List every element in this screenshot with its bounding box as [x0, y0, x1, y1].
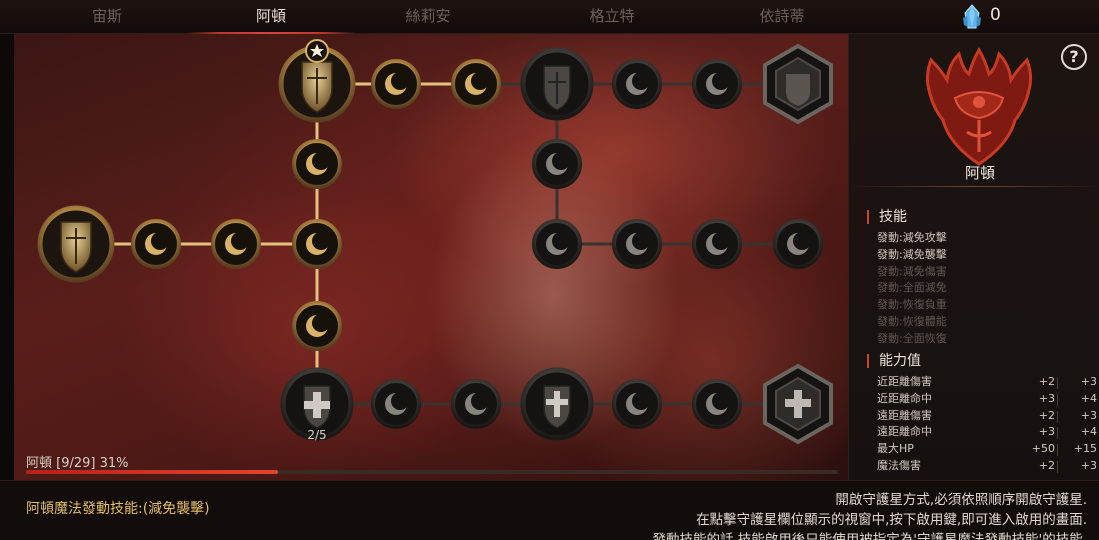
character-name: 阿頓	[964, 164, 995, 182]
stat-divider	[1057, 410, 1058, 423]
skills-heading: 技能	[867, 210, 907, 224]
character-tab-bar: 宙斯 阿頓 絲莉安 格立特 依詩蒂 0	[0, 0, 1099, 34]
name-divider	[849, 186, 1099, 187]
crescent-node-locked[interactable]	[371, 379, 421, 429]
crescent-node-unlocked[interactable]	[292, 139, 342, 189]
crescent-node-locked[interactable]	[612, 379, 662, 429]
stat-row: 近距離傷害 +2 +3	[877, 374, 1097, 391]
stat-name: 最大HP	[877, 442, 914, 456]
tab-gelite[interactable]: 格立特	[527, 0, 697, 34]
crescent-node-locked[interactable]	[532, 219, 582, 269]
node-start-aton[interactable]	[37, 205, 115, 283]
crystal-count: 0	[990, 5, 1001, 25]
node-counter: 2/5	[307, 428, 326, 442]
crescent-node-unlocked[interactable]	[292, 219, 342, 269]
active-magic-skill: 阿頓魔法發動技能:(減免襲擊)	[26, 501, 210, 517]
help-notice: 開啟守護星方式,必須依照順序開啟守護星. 在點擊守護星欄位顯示的視窗中,按下啟用…	[652, 490, 1087, 540]
crescent-node-locked[interactable]	[773, 219, 823, 269]
stat-row: 遠距離傷害 +2 +3	[877, 408, 1097, 425]
crescent-node-unlocked[interactable]	[211, 219, 261, 269]
stat-next: +3	[1080, 408, 1097, 422]
stat-current: +2	[1038, 458, 1055, 472]
crescent-node-locked[interactable]	[692, 219, 742, 269]
skill-item[interactable]: 發動:全面恢復	[877, 331, 947, 348]
tab-zeus[interactable]: 宙斯	[22, 0, 192, 34]
crescent-node-unlocked[interactable]	[371, 59, 421, 109]
stat-name: 近距離命中	[877, 391, 932, 405]
stat-next: +3	[1080, 375, 1097, 388]
stat-next: +15	[1073, 442, 1097, 456]
crescent-node-locked[interactable]	[692, 59, 742, 109]
stat-name: 近距離傷害	[877, 375, 932, 388]
star-badge-icon	[305, 39, 329, 63]
stat-next: +4	[1080, 425, 1097, 439]
crescent-node-locked[interactable]	[612, 59, 662, 109]
skill-item[interactable]: 發動:恢復負重	[877, 297, 947, 314]
stats-heading: 能力值	[867, 354, 921, 368]
help-button[interactable]: ?	[1061, 44, 1087, 70]
crescent-node-unlocked[interactable]	[451, 59, 501, 109]
skill-item[interactable]: 發動:全面減免	[877, 280, 947, 297]
node-helmet-locked[interactable]	[520, 47, 594, 121]
stat-row: 近距離命中 +3 +4	[877, 391, 1097, 408]
crescent-node-unlocked[interactable]	[131, 219, 181, 269]
notice-line: 發動技能的話,技能啟用後只能使用被指定為'守護星魔法發動技能'的技能.	[652, 532, 1087, 540]
stat-divider	[1057, 427, 1058, 440]
tree-progress-label: 阿頓 [9/29] 31%	[26, 456, 129, 471]
tree-progress-bar	[26, 470, 838, 474]
stat-name: 遠距離傷害	[877, 408, 932, 422]
character-info-panel: ? 阿頓 技能 發動:減免攻擊 發動:減免襲擊 發動:減免傷害 發動:全面減免 …	[848, 34, 1099, 480]
stat-divider	[1057, 377, 1058, 389]
stats-table: 近距離傷害 +2 +3 近距離命中 +3 +4 遠距離傷害 +2 +3 遠距離命…	[877, 374, 1097, 475]
stat-name: 魔法傷害	[877, 458, 921, 472]
red-winged-crest-icon	[925, 47, 1033, 166]
tab-silian[interactable]: 絲莉安	[343, 0, 513, 34]
skills-list: 發動:減免攻擊 發動:減免襲擊 發動:減免傷害 發動:全面減免 發動:恢復負重 …	[877, 230, 947, 348]
stat-current: +3	[1038, 425, 1055, 439]
tab-aton[interactable]: 阿頓	[186, 0, 356, 34]
stat-current: +2	[1038, 375, 1055, 388]
skill-item[interactable]: 發動:恢復體能	[877, 314, 947, 331]
skill-item[interactable]: 發動:減免襲擊	[877, 247, 947, 264]
stat-row: 魔法傷害 +2 +3	[877, 458, 1097, 475]
guardian-star-tree: 2/5 阿頓 [9/29] 31%	[14, 34, 848, 480]
crescent-node-locked[interactable]	[612, 219, 662, 269]
stat-current: +3	[1038, 391, 1055, 405]
stat-row: 最大HP +50 +15	[877, 441, 1097, 458]
skill-item[interactable]: 發動:減免攻擊	[877, 230, 947, 247]
stat-divider	[1057, 393, 1058, 406]
stat-divider	[1057, 444, 1058, 457]
stat-current: +2	[1038, 408, 1055, 422]
crescent-node-locked[interactable]	[692, 379, 742, 429]
crescent-node-locked[interactable]	[532, 139, 582, 189]
tree-progress-fill	[26, 470, 278, 474]
node-wing-cross-locked[interactable]	[520, 367, 594, 441]
node-hex-end-bottom-locked[interactable]	[763, 363, 833, 445]
stat-name: 遠距離命中	[877, 425, 932, 439]
tree-connector-lines	[76, 82, 798, 406]
blue-crystal-icon	[963, 4, 981, 29]
stat-divider	[1057, 460, 1058, 473]
crescent-node-locked[interactable]	[451, 379, 501, 429]
stat-next: +4	[1080, 391, 1097, 405]
skill-item[interactable]: 發動:減免傷害	[877, 264, 947, 281]
tab-yishidi[interactable]: 依詩蒂	[697, 0, 867, 34]
stat-current: +50	[1031, 442, 1055, 456]
crescent-node-unlocked[interactable]	[292, 301, 342, 351]
notice-line: 在點擊守護星欄位顯示的視窗中,按下啟用鍵,即可進入啟用的畫面.	[696, 512, 1087, 528]
stat-row: 遠距離命中 +3 +4	[877, 424, 1097, 441]
stat-next: +3	[1080, 458, 1097, 472]
notice-line: 開啟守護星方式,必須依照順序開啟守護星.	[835, 492, 1087, 508]
bottom-info-bar: 阿頓魔法發動技能:(減免襲擊) 開啟守護星方式,必須依照順序開啟守護星. 在點擊…	[0, 480, 1099, 540]
node-hex-end-top-locked[interactable]	[763, 43, 833, 125]
